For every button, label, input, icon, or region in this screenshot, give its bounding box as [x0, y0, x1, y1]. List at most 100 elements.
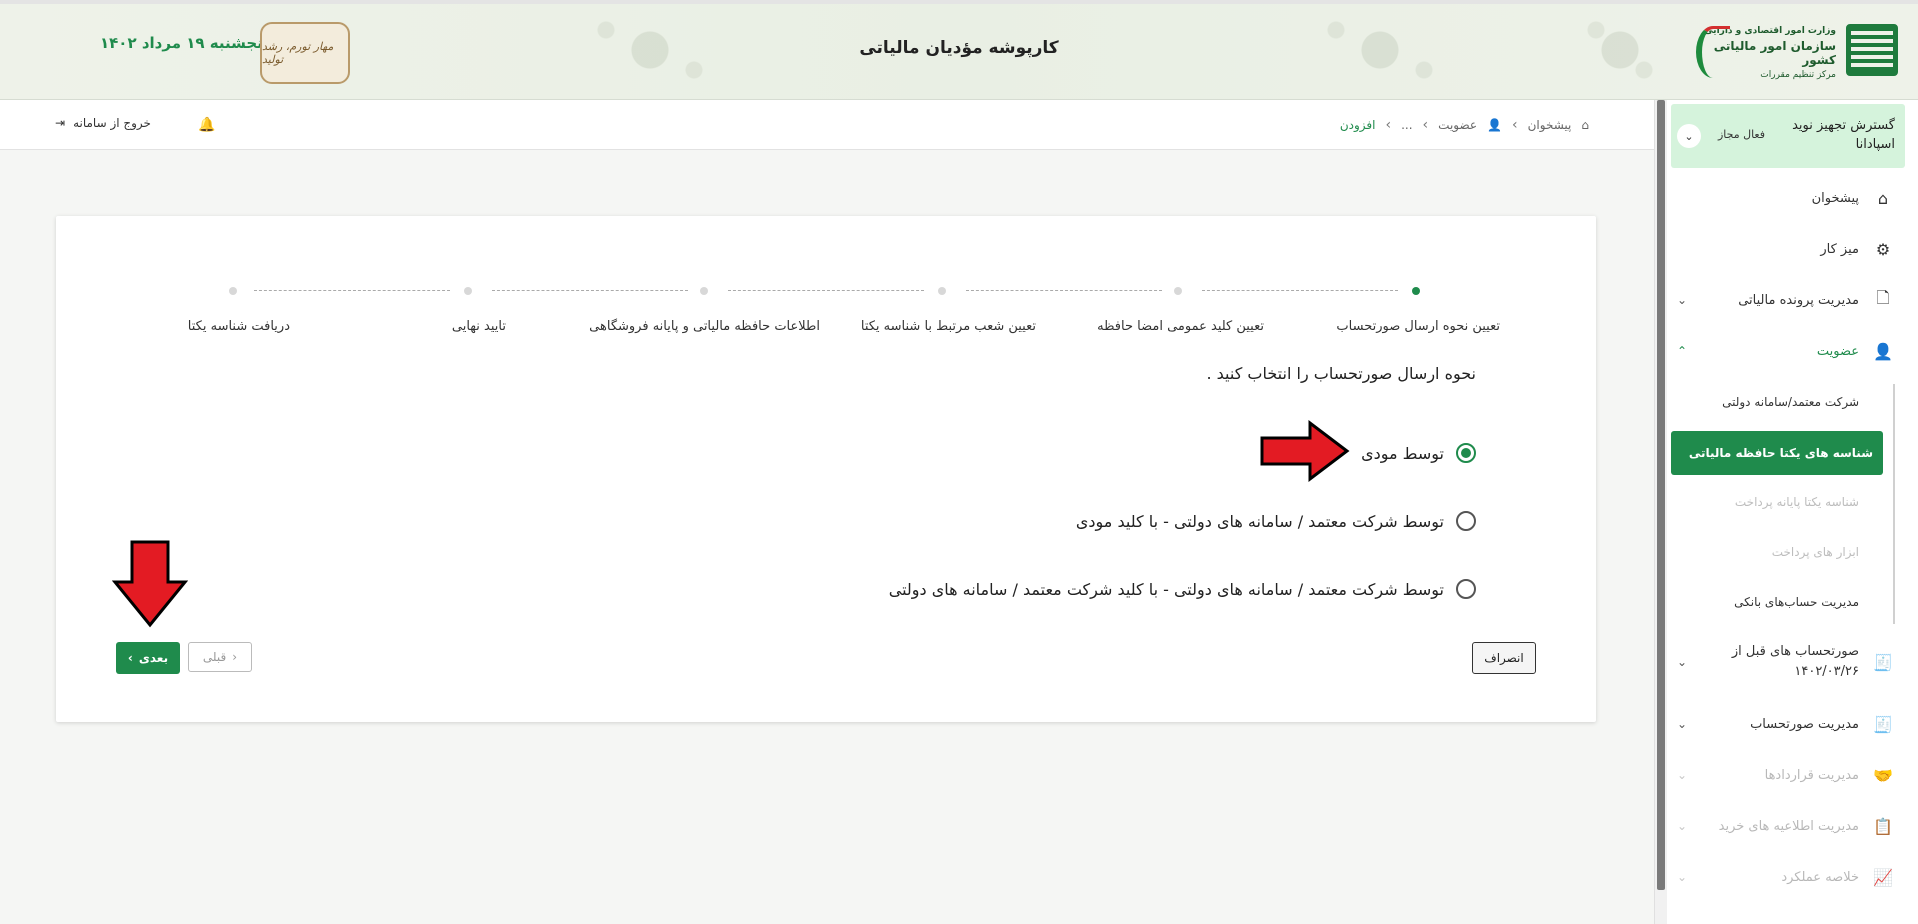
step-dot: [700, 287, 708, 295]
user-icon: 👤: [1487, 118, 1502, 132]
sidebar-item-label: عضویت: [1816, 343, 1859, 359]
user-icon: 👤: [1873, 341, 1893, 361]
sidebar-item-contracts[interactable]: 🤝 مدیریت قراردادها ⌄: [1671, 755, 1905, 795]
sidebar-scrollbar[interactable]: [1655, 100, 1667, 924]
step-connector: [728, 290, 924, 291]
step-connector: [1202, 290, 1398, 291]
shapes-icon: ⚙: [1875, 239, 1891, 259]
chevron-down-icon: ⌄: [1677, 717, 1688, 731]
chevron-right-icon: ‹: [232, 650, 238, 664]
sidebar-item-label: مدیریت صورتحساب: [1750, 716, 1859, 732]
taxpayer-name: گسترش تجهیز نوید اسپادانا: [1792, 118, 1895, 152]
step-label-receive-id: دریافت شناسه یکتا: [187, 319, 290, 334]
chevron-down-icon: ⌄: [1677, 655, 1688, 669]
sidebar-sub-payment-terminal-id[interactable]: شناسه یکتا پایانه پرداخت: [1671, 480, 1883, 524]
form-question: نحوه ارسال صورتحساب را انتخاب کنید .: [1206, 364, 1476, 383]
chevron-left-icon: ›: [1385, 117, 1392, 133]
sidebar-item-old-invoices[interactable]: 🧾 صورتحساب های قبل از ۱۴۰۲/۰۳/۲۶ ⌄: [1671, 637, 1905, 687]
sidebar-sub-trusted-company[interactable]: شرکت معتمد/سامانه دولتی: [1671, 380, 1883, 424]
breadcrumb-ellipsis[interactable]: ...: [1401, 118, 1412, 132]
sidebar-sub-payment-tools[interactable]: ابزار های پرداخت: [1671, 530, 1883, 574]
step-dot: [464, 287, 472, 295]
taxpayer-status: فعال مجاز: [1717, 128, 1765, 141]
breadcrumb-current: افزودن: [1339, 118, 1376, 132]
sub-header: ⌂ پیشخوان › 👤 عضویت › ... › افزودن 🔔 خرو…: [0, 100, 1654, 150]
emblem-icon: [1846, 24, 1898, 76]
home-icon: ⌂: [1581, 118, 1589, 132]
radio-button[interactable]: [1456, 579, 1476, 599]
step-label-branches: تعیین شعب مرتبط با شناسه یکتا: [860, 319, 1036, 334]
sidebar-item-purchase-notices[interactable]: 📋 مدیریت اطلاعیه های خرید ⌄: [1671, 806, 1905, 846]
next-button[interactable]: بعدی ›: [116, 642, 180, 674]
receipt-icon: 🧾: [1873, 714, 1893, 734]
chevron-down-icon: ⌄: [1677, 293, 1688, 307]
cancel-button[interactable]: انصراف: [1472, 642, 1536, 674]
sidebar-sub-tax-memory-ids[interactable]: شناسه های یکتا حافظه مالیاتی: [1671, 431, 1883, 475]
step-dot: [1412, 287, 1420, 295]
option-trusted-company-key[interactable]: توسط شرکت معتمد / سامانه های دولتی - با …: [889, 579, 1476, 599]
sidebar: گسترش تجهیز نوید اسپادانا فعال مجاز ⌄ ⌂ …: [1654, 100, 1918, 924]
step-label-final-confirm: تایید نهایی: [451, 319, 506, 334]
sidebar-item-dashboard[interactable]: ⌂ پیشخوان: [1671, 178, 1905, 218]
sidebar-item-membership[interactable]: 👤 عضویت ⌃: [1671, 331, 1905, 371]
option-label: توسط مودی: [1361, 443, 1444, 463]
breadcrumb-home[interactable]: پیشخوان: [1528, 118, 1572, 132]
exit-label: خروج از سامانه: [73, 116, 151, 130]
bell-icon[interactable]: 🔔: [198, 117, 215, 133]
step-label-public-key: تعیین کلید عمومی امضا حافظه: [1097, 319, 1264, 334]
chevron-left-icon: ›: [1512, 117, 1518, 133]
sidebar-item-label: صورتحساب های قبل از ۱۴۰۲/۰۳/۲۶: [1731, 644, 1859, 679]
sidebar-item-performance[interactable]: 📈 خلاصه عملکرد ⌄: [1671, 857, 1905, 897]
step-dot: [1174, 287, 1182, 295]
clipboard-icon: 📋: [1873, 816, 1893, 836]
chart-icon: 📈: [1873, 867, 1893, 887]
option-label: توسط شرکت معتمد / سامانه های دولتی - با …: [888, 579, 1444, 599]
option-trusted-taxpayer-key[interactable]: توسط شرکت معتمد / سامانه های دولتی - با …: [1076, 511, 1476, 531]
chevron-right-icon: ›: [127, 651, 133, 665]
sidebar-item-label: مدیریت اطلاعیه های خرید: [1718, 818, 1859, 834]
scrollbar-thumb[interactable]: [1657, 100, 1665, 890]
sidebar-item-label: مدیریت پرونده مالیاتی: [1738, 292, 1859, 308]
chevron-down-icon: ⌄: [1677, 768, 1688, 782]
step-connector: [492, 290, 688, 291]
top-banner: پنجشنبه ۱۹ مرداد ۱۴۰۲ مهار تورم، رشد تول…: [0, 0, 1918, 100]
option-by-taxpayer[interactable]: توسط مودی: [1361, 443, 1476, 463]
receipt-icon: 🧾: [1873, 652, 1893, 672]
radio-button[interactable]: [1456, 511, 1476, 531]
file-icon: 🗋: [1876, 287, 1890, 307]
sidebar-item-label: خلاصه عملکرد: [1781, 869, 1859, 885]
exit-button[interactable]: خروج از سامانه ⇥: [55, 116, 151, 130]
organization-logo[interactable]: وزارت امور اقتصادی و دارایی سازمان امور …: [1678, 20, 1898, 84]
submenu-line: [1893, 384, 1895, 624]
step-connector: [254, 290, 450, 291]
annotation-arrow-down-icon: [112, 540, 188, 628]
step-label-send-method: تعیین نحوه ارسال صورتحساب: [1336, 319, 1500, 334]
sidebar-item-workdesk[interactable]: ⚙ میز کار: [1671, 229, 1905, 269]
sidebar-sub-bank-accounts[interactable]: مدیریت حساب‌های بانکی: [1671, 580, 1883, 624]
radio-button[interactable]: [1456, 443, 1476, 463]
sidebar-item-label: مدیریت قراردادها: [1764, 767, 1859, 783]
chevron-down-icon: ⌄: [1677, 819, 1688, 833]
home-icon: ⌂: [1877, 188, 1889, 208]
wizard-stepper: تعیین نحوه ارسال صورتحساب تعیین کلید عمو…: [56, 216, 1596, 336]
breadcrumb-membership[interactable]: عضویت: [1438, 118, 1477, 132]
step-dot: [938, 287, 946, 295]
chevron-down-icon[interactable]: ⌄: [1677, 124, 1701, 148]
chevron-up-icon: ⌃: [1677, 344, 1688, 358]
annotation-arrow-right-icon: [1260, 420, 1350, 482]
step-connector: [966, 290, 1162, 291]
chevron-left-icon: ›: [1422, 117, 1429, 133]
step-label-memory-info: اطلاعات حافظه مالیاتی و پایانه فروشگاهی: [589, 319, 820, 334]
app-title: کارپوشه مؤدیان مالیاتی: [859, 38, 1059, 58]
sidebar-item-label: پیشخوان: [1811, 190, 1859, 206]
sidebar-item-tax-file[interactable]: 🗋 مدیریت پرونده مالیاتی ⌄: [1671, 280, 1905, 320]
previous-label: قبلی: [202, 650, 227, 664]
chevron-down-icon: ⌄: [1677, 870, 1688, 884]
taxpayer-selector[interactable]: گسترش تجهیز نوید اسپادانا فعال مجاز ⌄: [1671, 104, 1905, 168]
handshake-icon: 🤝: [1873, 765, 1893, 785]
previous-button[interactable]: ‹ قبلی: [188, 642, 252, 672]
next-label: بعدی: [138, 651, 169, 665]
flag-swoosh-icon: [1696, 26, 1730, 78]
sidebar-item-invoice-management[interactable]: 🧾 مدیریت صورتحساب ⌄: [1671, 704, 1905, 744]
step-dot: [229, 287, 237, 295]
